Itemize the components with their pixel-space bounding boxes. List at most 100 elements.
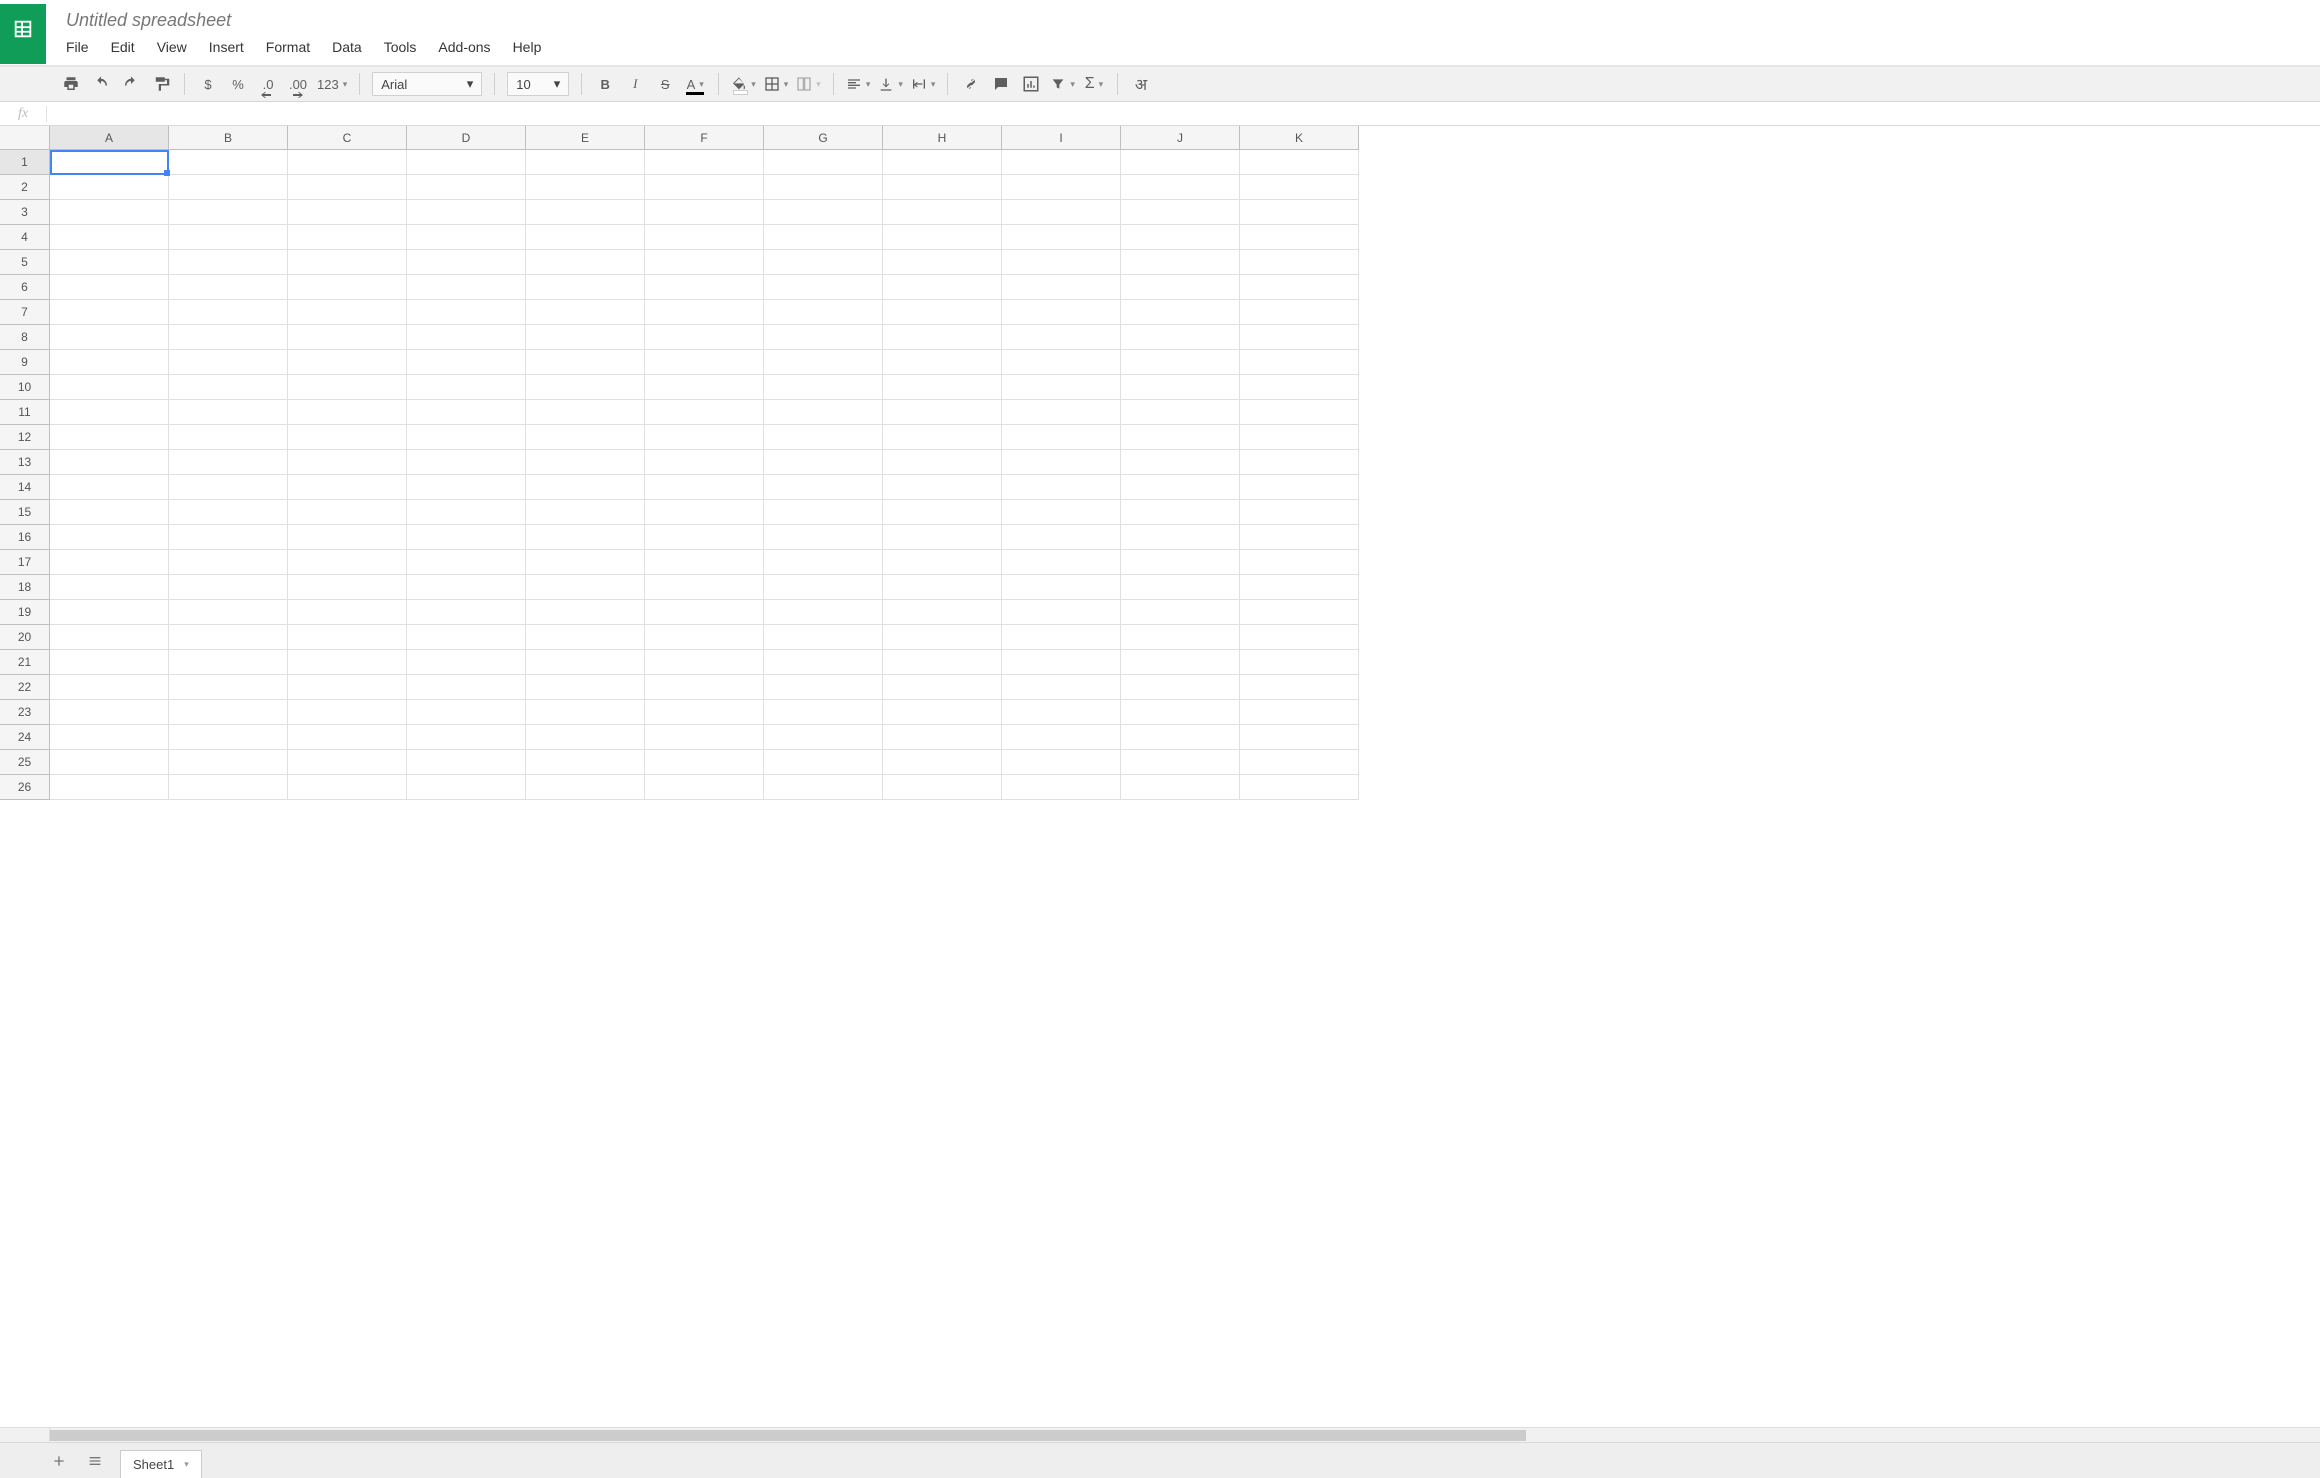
cell-J9[interactable]: [1121, 350, 1240, 375]
cell-C9[interactable]: [288, 350, 407, 375]
cell-J26[interactable]: [1121, 775, 1240, 800]
cell-E11[interactable]: [526, 400, 645, 425]
cell-E15[interactable]: [526, 500, 645, 525]
cell-A4[interactable]: [50, 225, 169, 250]
cell-I16[interactable]: [1002, 525, 1121, 550]
cell-I23[interactable]: [1002, 700, 1121, 725]
cell-I13[interactable]: [1002, 450, 1121, 475]
cell-F22[interactable]: [645, 675, 764, 700]
cell-K23[interactable]: [1240, 700, 1359, 725]
cell-D9[interactable]: [407, 350, 526, 375]
cell-B16[interactable]: [169, 525, 288, 550]
cell-B21[interactable]: [169, 650, 288, 675]
row-header-26[interactable]: 26: [0, 775, 50, 800]
cell-H21[interactable]: [883, 650, 1002, 675]
cell-K15[interactable]: [1240, 500, 1359, 525]
cell-C12[interactable]: [288, 425, 407, 450]
cell-I20[interactable]: [1002, 625, 1121, 650]
cell-C21[interactable]: [288, 650, 407, 675]
cell-E3[interactable]: [526, 200, 645, 225]
cell-E6[interactable]: [526, 275, 645, 300]
cell-I5[interactable]: [1002, 250, 1121, 275]
cell-A14[interactable]: [50, 475, 169, 500]
row-header-23[interactable]: 23: [0, 700, 50, 725]
horizontal-scrollbar[interactable]: [0, 1427, 2320, 1442]
cell-F17[interactable]: [645, 550, 764, 575]
print-button[interactable]: [60, 72, 82, 96]
cell-G5[interactable]: [764, 250, 883, 275]
cell-H17[interactable]: [883, 550, 1002, 575]
format-as-currency-button[interactable]: $: [197, 72, 219, 96]
row-header-2[interactable]: 2: [0, 175, 50, 200]
cell-G24[interactable]: [764, 725, 883, 750]
row-header-8[interactable]: 8: [0, 325, 50, 350]
column-header-C[interactable]: C: [288, 126, 407, 150]
row-header-10[interactable]: 10: [0, 375, 50, 400]
increase-decimal-button[interactable]: .00: [287, 72, 309, 96]
cell-E24[interactable]: [526, 725, 645, 750]
cell-G12[interactable]: [764, 425, 883, 450]
cell-K12[interactable]: [1240, 425, 1359, 450]
cell-B3[interactable]: [169, 200, 288, 225]
cell-B9[interactable]: [169, 350, 288, 375]
fill-color-button[interactable]: ▾: [731, 72, 756, 96]
cell-J7[interactable]: [1121, 300, 1240, 325]
cell-H18[interactable]: [883, 575, 1002, 600]
cell-I3[interactable]: [1002, 200, 1121, 225]
cell-D24[interactable]: [407, 725, 526, 750]
cell-C1[interactable]: [288, 150, 407, 175]
cell-E25[interactable]: [526, 750, 645, 775]
menu-view[interactable]: View: [157, 39, 187, 55]
column-header-J[interactable]: J: [1121, 126, 1240, 150]
row-header-9[interactable]: 9: [0, 350, 50, 375]
row-header-25[interactable]: 25: [0, 750, 50, 775]
cell-K17[interactable]: [1240, 550, 1359, 575]
cell-D20[interactable]: [407, 625, 526, 650]
cell-D14[interactable]: [407, 475, 526, 500]
cell-F18[interactable]: [645, 575, 764, 600]
font-family-select[interactable]: Arial ▾: [372, 72, 482, 96]
insert-link-button[interactable]: [960, 72, 982, 96]
cell-F21[interactable]: [645, 650, 764, 675]
cell-I7[interactable]: [1002, 300, 1121, 325]
cell-B14[interactable]: [169, 475, 288, 500]
cell-A6[interactable]: [50, 275, 169, 300]
cell-K14[interactable]: [1240, 475, 1359, 500]
row-header-21[interactable]: 21: [0, 650, 50, 675]
cell-A7[interactable]: [50, 300, 169, 325]
add-sheet-button[interactable]: [48, 1450, 70, 1472]
cell-C2[interactable]: [288, 175, 407, 200]
cell-A15[interactable]: [50, 500, 169, 525]
all-sheets-button[interactable]: [84, 1450, 106, 1472]
cell-E26[interactable]: [526, 775, 645, 800]
cell-K8[interactable]: [1240, 325, 1359, 350]
cell-H24[interactable]: [883, 725, 1002, 750]
cell-F11[interactable]: [645, 400, 764, 425]
decrease-decimal-button[interactable]: .0: [257, 72, 279, 96]
cell-D19[interactable]: [407, 600, 526, 625]
input-tools-button[interactable]: अ: [1130, 72, 1152, 96]
cell-F1[interactable]: [645, 150, 764, 175]
column-header-D[interactable]: D: [407, 126, 526, 150]
cell-E1[interactable]: [526, 150, 645, 175]
redo-button[interactable]: [120, 72, 142, 96]
cell-H15[interactable]: [883, 500, 1002, 525]
cell-D25[interactable]: [407, 750, 526, 775]
cell-I1[interactable]: [1002, 150, 1121, 175]
cell-D4[interactable]: [407, 225, 526, 250]
cell-H13[interactable]: [883, 450, 1002, 475]
cell-H20[interactable]: [883, 625, 1002, 650]
cell-B19[interactable]: [169, 600, 288, 625]
cell-B12[interactable]: [169, 425, 288, 450]
cell-C5[interactable]: [288, 250, 407, 275]
cell-A22[interactable]: [50, 675, 169, 700]
cell-C24[interactable]: [288, 725, 407, 750]
cell-E5[interactable]: [526, 250, 645, 275]
cell-F19[interactable]: [645, 600, 764, 625]
cell-H26[interactable]: [883, 775, 1002, 800]
cell-D18[interactable]: [407, 575, 526, 600]
cell-F7[interactable]: [645, 300, 764, 325]
insert-chart-button[interactable]: [1020, 72, 1042, 96]
cell-H1[interactable]: [883, 150, 1002, 175]
cell-B24[interactable]: [169, 725, 288, 750]
